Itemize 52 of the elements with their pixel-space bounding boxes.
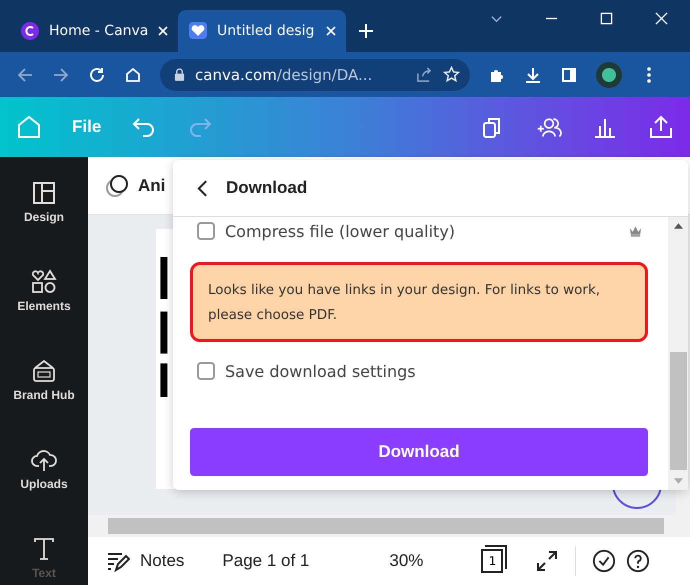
avatar-icon[interactable]	[596, 62, 622, 88]
share-icon[interactable]	[648, 114, 674, 140]
sidebar-label: Brand Hub	[13, 388, 75, 402]
sidebar-item[interactable]: Design	[0, 157, 88, 246]
back-chevron-icon[interactable]	[197, 178, 208, 198]
download-button[interactable]: Download	[190, 428, 648, 476]
new-tab-icon[interactable]	[358, 23, 374, 39]
check-circle-icon[interactable]	[592, 549, 616, 573]
text-icon	[31, 536, 57, 562]
checkbox[interactable]	[197, 362, 215, 380]
zoom-level[interactable]: 30%	[389, 551, 424, 571]
browser-tab[interactable]: Untitled desig	[178, 10, 346, 52]
close-icon[interactable]	[655, 12, 668, 25]
animate-button[interactable]: Ani	[138, 176, 166, 196]
star-icon[interactable]	[443, 66, 460, 83]
checkbox-label: Save download settings	[225, 362, 416, 380]
lock-icon	[174, 68, 185, 81]
letter-c-logo-icon	[20, 21, 40, 41]
briefcase-icon	[31, 358, 57, 384]
download-icon[interactable]	[524, 66, 542, 84]
browser-tab[interactable]: Home - Canva	[10, 10, 178, 52]
sidebar-label: Uploads	[20, 476, 68, 490]
maximize-icon[interactable]	[600, 12, 613, 25]
checkbox-label: Compress file (lower quality)	[225, 222, 456, 240]
panel-title: Download	[226, 178, 308, 198]
reload-icon[interactable]	[88, 66, 106, 84]
shapes-icon	[31, 268, 57, 294]
side-panel-icon[interactable]	[560, 66, 578, 84]
home-icon[interactable]	[124, 66, 142, 84]
notes-button[interactable]: Notes	[140, 551, 184, 571]
close-icon[interactable]	[326, 26, 336, 36]
scrollbar-thumb[interactable]	[670, 352, 686, 470]
sidebar-item[interactable]: Elements	[0, 246, 88, 335]
sidebar-label: Design	[24, 210, 64, 224]
warning-message: Looks like you have links in your design. For links to work, please choose PDF.	[190, 262, 648, 342]
scroll-up-icon[interactable]	[674, 223, 682, 229]
share-icon[interactable]	[416, 66, 433, 83]
layout-icon	[31, 180, 57, 206]
page-indicator[interactable]: Page 1 of 1	[222, 551, 310, 571]
address-bar[interactable]: canva.com/design/DA...	[160, 58, 470, 90]
sidebar-label: Elements	[17, 298, 71, 312]
crown-icon	[629, 225, 642, 237]
checkbox[interactable]	[197, 222, 215, 240]
sidebar-item[interactable]: Brand Hub	[0, 335, 88, 424]
scrollbar-thumb[interactable]	[108, 518, 664, 534]
sidebar-label: Text	[32, 566, 56, 580]
help-icon[interactable]	[626, 549, 650, 573]
back-arrow-icon[interactable]	[16, 66, 34, 84]
expand-icon[interactable]	[535, 549, 560, 573]
sidebar-item[interactable]: Uploads	[0, 424, 88, 513]
close-icon[interactable]	[158, 26, 168, 36]
forward-arrow-icon[interactable]	[52, 66, 70, 84]
